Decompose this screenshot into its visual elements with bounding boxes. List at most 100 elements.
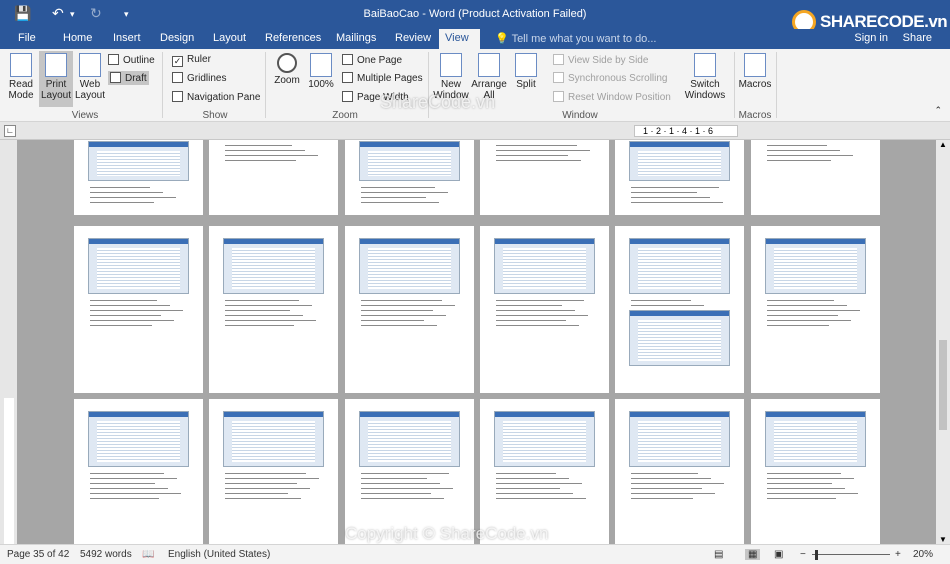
- page-thumbnail[interactable]: [209, 140, 338, 215]
- tab-review[interactable]: Review: [389, 29, 437, 49]
- page-thumbnail[interactable]: [480, 399, 609, 544]
- document-canvas[interactable]: [17, 140, 936, 544]
- gridlines-checkbox[interactable]: Gridlines: [172, 72, 226, 84]
- macros-button[interactable]: Macros: [737, 53, 773, 90]
- switch-windows-icon: [694, 53, 716, 77]
- side-by-side-icon: [553, 54, 564, 65]
- one-page-label: One Page: [357, 55, 403, 66]
- share-button[interactable]: Share: [903, 32, 932, 44]
- zoom-slider-thumb[interactable]: [815, 550, 818, 560]
- page-count[interactable]: Page 35 of 42: [7, 549, 69, 560]
- print-layout-button[interactable]: Print Layout: [39, 51, 73, 107]
- horizontal-ruler[interactable]: ∟ 1 · 2 · 1 · 4 · 1 · 6: [0, 122, 950, 140]
- web-layout-button[interactable]: Web Layout: [74, 53, 106, 101]
- text-line: [767, 488, 845, 489]
- page-thumbnail[interactable]: [74, 399, 203, 544]
- page-thumbnail[interactable]: [480, 226, 609, 393]
- text-line: [496, 478, 569, 479]
- screenshot-figure: [629, 238, 730, 294]
- page-thumbnail[interactable]: [751, 140, 880, 215]
- status-bar: Page 35 of 42 5492 words 📖 English (Unit…: [0, 544, 950, 564]
- synchronous-scrolling-button[interactable]: Synchronous Scrolling: [553, 72, 668, 84]
- screenshot-figure: [359, 141, 460, 181]
- language-indicator[interactable]: English (United States): [168, 549, 270, 560]
- web-layout-view-icon[interactable]: ▣: [774, 549, 783, 560]
- separator: [265, 52, 266, 118]
- page-thumbnail[interactable]: [345, 399, 474, 544]
- multiple-pages-button[interactable]: Multiple Pages: [342, 72, 423, 84]
- tab-home[interactable]: Home: [57, 29, 98, 49]
- page-thumbnail[interactable]: [74, 226, 203, 393]
- page-thumbnail[interactable]: [480, 140, 609, 215]
- screenshot-figure: [359, 238, 460, 294]
- page-thumbnail[interactable]: [615, 140, 744, 215]
- scroll-up-icon[interactable]: ▲: [939, 140, 947, 149]
- text-line: [90, 320, 174, 321]
- tab-selector-icon[interactable]: ∟: [4, 125, 16, 137]
- zoom-slider[interactable]: [812, 554, 890, 555]
- text-line: [767, 300, 834, 301]
- split-button[interactable]: Split: [510, 53, 542, 90]
- zoom-in-icon[interactable]: +: [895, 549, 901, 560]
- outline-button[interactable]: Outline: [108, 54, 155, 66]
- scroll-down-icon[interactable]: ▼: [939, 535, 947, 544]
- print-layout-view-icon[interactable]: ▦: [745, 549, 761, 560]
- tab-design[interactable]: Design: [154, 29, 200, 49]
- text-line: [361, 305, 455, 306]
- navigation-pane-checkbox[interactable]: Navigation Pane: [172, 91, 260, 103]
- reset-window-position-button[interactable]: Reset Window Position: [553, 91, 671, 103]
- text-line: [496, 315, 588, 316]
- zoom-100-button[interactable]: 100%: [305, 53, 337, 90]
- page-thumbnail[interactable]: [751, 399, 880, 544]
- zoom-button[interactable]: Zoom: [270, 53, 304, 86]
- text-line: [225, 310, 290, 311]
- text-line: [225, 493, 288, 494]
- text-line: [90, 310, 183, 311]
- ruler-checkbox[interactable]: ✓ Ruler: [172, 54, 211, 67]
- one-page-button[interactable]: One Page: [342, 54, 402, 66]
- text-line: [767, 155, 853, 156]
- tab-references[interactable]: References: [259, 29, 327, 49]
- proofing-icon[interactable]: 📖: [142, 549, 154, 560]
- watermark-bottom: Copyright © ShareCode.vn: [345, 524, 549, 543]
- macros-icon: [744, 53, 766, 77]
- page-thumbnail[interactable]: [345, 226, 474, 393]
- text-line: [631, 305, 704, 306]
- vertical-scrollbar[interactable]: ▲ ▼: [936, 140, 950, 544]
- page-thumbnail[interactable]: [615, 399, 744, 544]
- screenshot-figure: [629, 411, 730, 467]
- ruler-label: Ruler: [187, 54, 211, 65]
- watermark-top: ShareCode.vn: [380, 92, 496, 112]
- macros-group-label: Macros: [738, 110, 772, 121]
- tab-view[interactable]: View: [439, 29, 480, 49]
- scrollbar-thumb[interactable]: [939, 340, 947, 430]
- page-thumbnail[interactable]: [209, 399, 338, 544]
- page-thumbnail[interactable]: [615, 226, 744, 393]
- sign-in-link[interactable]: Sign in: [854, 32, 888, 44]
- page-thumbnail[interactable]: [74, 140, 203, 215]
- read-mode-button[interactable]: Read Mode: [5, 53, 37, 101]
- tab-mailings[interactable]: Mailings: [330, 29, 382, 49]
- word-count[interactable]: 5492 words: [80, 549, 132, 560]
- draft-button[interactable]: Draft: [108, 71, 149, 85]
- text-line: [631, 187, 719, 188]
- page-thumbnail[interactable]: [751, 226, 880, 393]
- tab-file[interactable]: File: [12, 29, 42, 49]
- text-line: [90, 197, 176, 198]
- view-side-by-side-button[interactable]: View Side by Side: [553, 54, 648, 66]
- tell-me-search[interactable]: 💡 Tell me what you want to do...: [495, 32, 656, 45]
- text-line: [767, 315, 838, 316]
- switch-windows-button[interactable]: Switch Windows: [678, 53, 732, 101]
- text-line: [631, 202, 723, 203]
- zoom-out-icon[interactable]: −: [800, 549, 806, 560]
- page-thumbnail[interactable]: [345, 140, 474, 215]
- collapse-ribbon-icon[interactable]: ⌃: [934, 105, 942, 116]
- read-mode-view-icon[interactable]: ▤: [714, 549, 723, 560]
- tab-layout[interactable]: Layout: [207, 29, 252, 49]
- vertical-ruler[interactable]: [0, 140, 17, 544]
- tab-insert[interactable]: Insert: [107, 29, 147, 49]
- zoom-level[interactable]: 20%: [913, 549, 933, 560]
- arrange-all-icon: [478, 53, 500, 77]
- screenshot-figure: [629, 141, 730, 181]
- page-thumbnail[interactable]: [209, 226, 338, 393]
